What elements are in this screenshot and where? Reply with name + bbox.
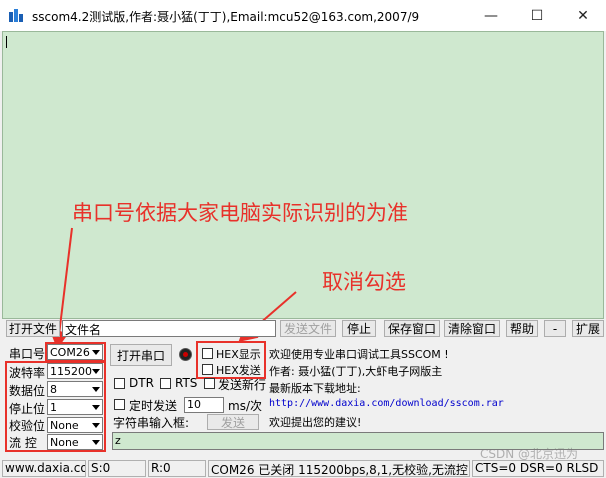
open-port-button[interactable]: 打开串口 — [110, 344, 172, 366]
minimize-button[interactable]: — — [468, 0, 514, 31]
send-newline-label: 发送新行 — [218, 378, 267, 392]
sscom-app-icon — [9, 9, 23, 22]
clear-window-button[interactable]: 清除窗口 — [444, 320, 500, 337]
port-label: 串口号 — [9, 347, 46, 361]
rts-checkbox[interactable] — [160, 378, 171, 389]
port-annotation-text: 串口号依据大家电脑实际识别的为准 — [72, 201, 408, 225]
filename-field[interactable]: 文件名 — [62, 320, 276, 337]
download-link[interactable]: http://www.daxia.com/download/sscom.rar — [269, 398, 504, 409]
open-file-button[interactable]: 打开文件 — [6, 320, 60, 337]
dtr-checkbox[interactable] — [114, 378, 125, 389]
info-download-text: 最新版本下载地址: — [269, 382, 361, 395]
send-newline-checkbox[interactable] — [204, 378, 215, 389]
rts-label: RTS — [175, 376, 198, 390]
interval-input[interactable]: 10 — [184, 397, 224, 413]
hex-annotation-text: 取消勾选 — [322, 270, 406, 294]
stop-button[interactable]: 停止 — [342, 320, 376, 337]
hex-highlight-box — [196, 341, 266, 379]
dtr-label: DTR — [129, 376, 154, 390]
send-button[interactable]: 发送 — [207, 414, 259, 430]
string-input-label: 字符串输入框: — [113, 416, 190, 430]
status-site: www.daxia.com — [2, 460, 86, 477]
save-window-button[interactable]: 保存窗口 — [384, 320, 440, 337]
timed-send-checkbox[interactable] — [114, 399, 125, 410]
info-feedback-text: 欢迎提出您的建议! — [269, 416, 362, 429]
text-caret — [6, 36, 7, 48]
receive-area[interactable] — [2, 31, 604, 319]
port-highlight-box — [45, 342, 106, 362]
status-port-state: COM26 已关闭 115200bps,8,1,无校验,无流控 — [208, 460, 470, 477]
close-button[interactable]: ✕ — [560, 0, 606, 31]
interval-unit-label: ms/次 — [228, 399, 262, 413]
info-welcome-text: 欢迎使用专业串口调试工具SSCOM ! — [269, 348, 449, 361]
collapse-button[interactable]: - — [544, 320, 566, 337]
status-sent-count: S:0 — [88, 460, 146, 477]
status-line-signals: CTS=0 DSR=0 RLSD — [472, 460, 604, 477]
params-highlight-box — [5, 361, 106, 452]
help-button[interactable]: 帮助 — [506, 320, 538, 337]
status-received-count: R:0 — [148, 460, 206, 477]
maximize-button[interactable]: ☐ — [514, 0, 560, 31]
info-author-text: 作者: 聂小猛(丁丁),大虾电子网版主 — [269, 365, 443, 378]
timed-send-label: 定时发送 — [129, 399, 178, 413]
watermark-text: CSDN @北京迅为 — [480, 447, 579, 461]
window-title: sscom4.2测试版,作者:聂小猛(丁丁),Email:mcu52@163.c… — [32, 10, 420, 24]
expand-button[interactable]: 扩展 — [572, 320, 604, 337]
port-status-led-icon — [179, 348, 192, 361]
send-file-button[interactable]: 发送文件 — [280, 320, 336, 337]
